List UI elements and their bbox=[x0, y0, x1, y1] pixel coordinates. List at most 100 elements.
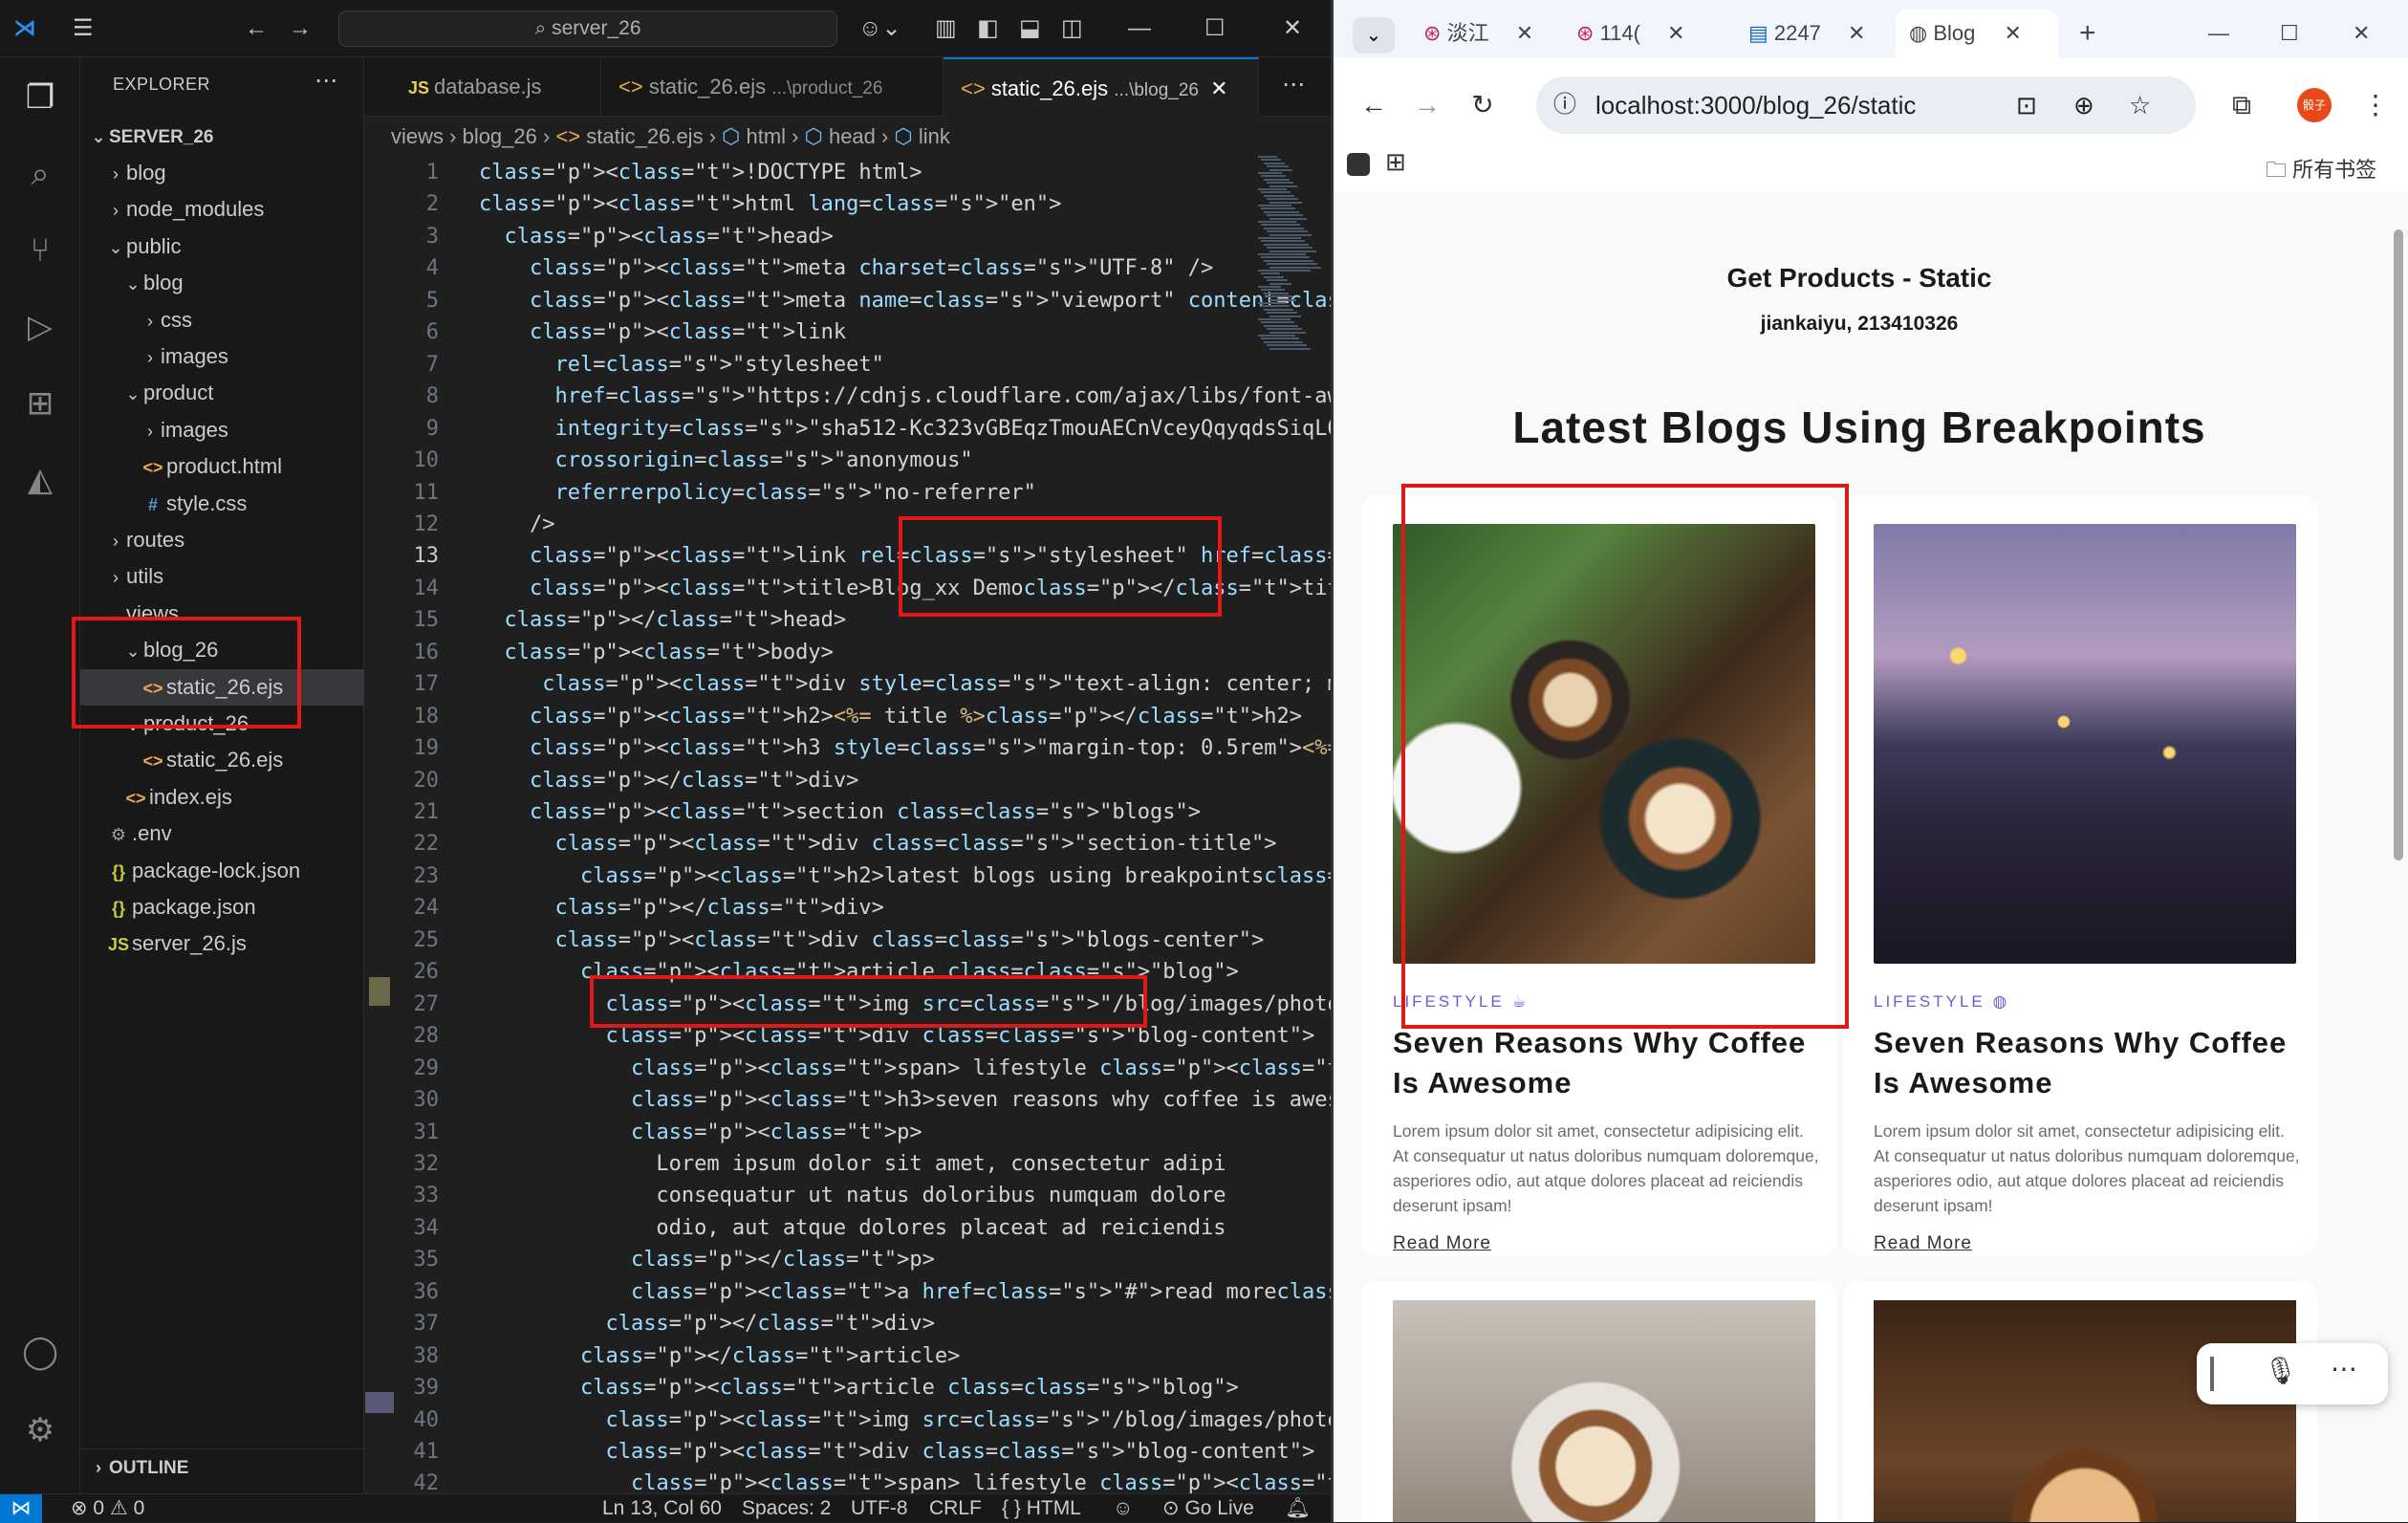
tab-static-product[interactable]: <> static_26.ejs ...\product_26 bbox=[601, 57, 944, 117]
browser-tab-1[interactable]: ⊛ 淡江 ✕ bbox=[1410, 10, 1553, 57]
tree-item[interactable]: <> static_26.ejs bbox=[80, 742, 364, 778]
profile-avatar[interactable]: 骰子 bbox=[2297, 88, 2332, 122]
drag-handle[interactable] bbox=[2210, 1357, 2214, 1391]
new-tab-icon[interactable]: + bbox=[2079, 10, 2096, 57]
close-icon[interactable]: ✕ bbox=[1283, 0, 1302, 57]
forward-icon[interactable]: → bbox=[1408, 76, 1446, 134]
all-bookmarks[interactable]: 🗀︎ 所有书签 bbox=[2266, 153, 2376, 190]
encoding-status[interactable]: UTF-8 bbox=[851, 1494, 908, 1523]
tab-database-js[interactable]: JS database.js bbox=[391, 57, 601, 117]
tree-item-label: product bbox=[143, 381, 214, 405]
editor-more-icon[interactable]: ⋯ bbox=[1282, 71, 1305, 98]
tree-item[interactable]: ⚙ .env bbox=[80, 816, 364, 852]
tree-item[interactable]: JS server_26.js bbox=[80, 925, 364, 962]
tree-item[interactable]: › images bbox=[80, 338, 364, 375]
code-editor[interactable]: 1 class="p"><class="t">!DOCTYPE html> 2 cla… bbox=[364, 156, 1332, 1494]
back-icon[interactable]: ← bbox=[1355, 76, 1393, 134]
extensions-icon[interactable]: ⊞ bbox=[17, 381, 63, 426]
tree-item[interactable]: › routes bbox=[80, 522, 364, 558]
toggle-secondary-icon[interactable]: ◫ bbox=[1061, 0, 1083, 57]
file-type-icon: <> bbox=[142, 751, 163, 772]
tree-item[interactable]: # style.css bbox=[80, 486, 364, 522]
problems-status[interactable]: ⊗ 0 ⚠ 0 bbox=[71, 1494, 144, 1523]
minimap-line bbox=[1261, 289, 1285, 292]
translate-icon[interactable]: ⊡ bbox=[2016, 76, 2037, 134]
more-icon[interactable]: ⋯ bbox=[2331, 1353, 2357, 1384]
back-arrow-icon[interactable]: ← bbox=[245, 0, 268, 57]
forward-arrow-icon[interactable]: → bbox=[289, 0, 312, 57]
crumb-html[interactable]: html bbox=[746, 124, 786, 148]
more-actions-icon[interactable]: ⋯ bbox=[315, 67, 337, 95]
outline-section[interactable]: › OUTLINE bbox=[80, 1448, 364, 1485]
crumb-views[interactable]: views bbox=[391, 124, 444, 148]
tree-item[interactable]: › utils bbox=[80, 558, 364, 595]
tree-item[interactable]: {} package-lock.json bbox=[80, 853, 364, 889]
toggle-panel-icon[interactable]: ⬓ bbox=[1019, 0, 1041, 57]
close-tab-icon[interactable]: ✕ bbox=[1210, 76, 1227, 100]
manage-gear-icon[interactable]: ⚙ bbox=[17, 1407, 63, 1453]
indentation-status[interactable]: Spaces: 2 bbox=[742, 1494, 831, 1523]
close-window-icon[interactable]: ✕ bbox=[2353, 10, 2370, 57]
code-line: class="p"></class="t">p> bbox=[630, 1248, 935, 1273]
source-control-icon[interactable]: ⑂ bbox=[17, 228, 63, 273]
minimize-icon[interactable]: — bbox=[2208, 10, 2229, 57]
maximize-icon[interactable]: ☐ bbox=[2280, 10, 2299, 57]
remote-indicator-icon[interactable]: ⋈ bbox=[0, 1494, 42, 1523]
cursor-position[interactable]: Ln 13, Col 60 bbox=[602, 1494, 722, 1523]
layout-icon[interactable]: ▥ bbox=[935, 0, 957, 57]
go-live-button[interactable]: ⊙ Go Live bbox=[1162, 1494, 1254, 1523]
tab-search-icon[interactable]: ⌄ bbox=[1353, 17, 1395, 54]
tab-static-blog[interactable]: <> static_26.ejs ...\blog_26 ✕ bbox=[944, 57, 1259, 117]
read-more-link[interactable]: Read More bbox=[1393, 1233, 1491, 1254]
notifications-icon[interactable]: 🔔︎ bbox=[1285, 1494, 1311, 1523]
menu-icon[interactable]: ☰ bbox=[73, 0, 94, 57]
line-number: 33 bbox=[413, 1184, 440, 1208]
page-scrollbar[interactable] bbox=[2390, 210, 2405, 1520]
command-center-search[interactable]: ⌕ server_26 bbox=[338, 11, 837, 47]
tree-item[interactable]: <> product.html bbox=[80, 448, 364, 485]
copilot-status-icon[interactable]: ☺ bbox=[1113, 1494, 1133, 1523]
tree-item[interactable]: › images bbox=[80, 412, 364, 448]
reload-icon[interactable]: ↻ bbox=[1464, 76, 1502, 134]
read-more-link[interactable]: Read More bbox=[1874, 1233, 1972, 1254]
tree-item[interactable]: {} package.json bbox=[80, 889, 364, 925]
tree-item-label: blog bbox=[126, 161, 166, 185]
extensions-icon[interactable]: ⧉ bbox=[2223, 76, 2261, 134]
toggle-sidebar-icon[interactable]: ◧ bbox=[977, 0, 999, 57]
minimize-icon[interactable]: — bbox=[1128, 0, 1151, 57]
remote-explorer-icon[interactable]: ◭ bbox=[17, 457, 63, 503]
browser-tab-blog[interactable]: ◍ Blog ✕ bbox=[1896, 10, 2058, 57]
tree-item[interactable]: <> index.ejs bbox=[80, 779, 364, 816]
bookmark-star-icon[interactable]: ☆ bbox=[2129, 76, 2151, 134]
search-icon[interactable]: ⌕ bbox=[17, 151, 63, 197]
language-mode[interactable]: { } HTML bbox=[1002, 1494, 1081, 1523]
crumb-file[interactable]: static_26.ejs bbox=[586, 124, 703, 148]
account-icon[interactable]: ◯ bbox=[17, 1329, 63, 1375]
crumb-blog26[interactable]: blog_26 bbox=[463, 124, 537, 148]
tree-item[interactable]: ⌄ public bbox=[80, 228, 364, 265]
tree-item[interactable]: ⌄ blog bbox=[80, 265, 364, 301]
eol-status[interactable]: CRLF bbox=[929, 1494, 982, 1523]
browser-tab-3[interactable]: ▤ 2247 ✕ bbox=[1735, 10, 1888, 57]
explorer-root[interactable]: ⌄ SERVER_26 bbox=[80, 119, 364, 155]
line-number: 30 bbox=[413, 1088, 440, 1113]
maximize-icon[interactable]: ☐ bbox=[1204, 0, 1226, 57]
explorer-icon[interactable]: ❐ bbox=[17, 75, 63, 120]
run-debug-icon[interactable]: ▷ bbox=[17, 304, 63, 350]
apps-grid-icon[interactable]: ⊞ bbox=[1385, 147, 1406, 177]
minimap[interactable] bbox=[1254, 156, 1321, 357]
tree-item[interactable]: › css bbox=[80, 302, 364, 338]
app-icon[interactable] bbox=[1347, 153, 1370, 176]
browser-tab-2[interactable]: ⊛ 114( ✕ bbox=[1563, 10, 1725, 57]
address-bar[interactable]: ⓘ localhost:3000/blog_26/static ⊡ ⊕ ☆ bbox=[1536, 76, 2196, 134]
microphone-icon[interactable]: 🎙︎ bbox=[2264, 1355, 2298, 1386]
minimap-line bbox=[1269, 331, 1306, 334]
tree-item[interactable]: ⌄ product bbox=[80, 375, 364, 411]
tree-item[interactable]: › blog bbox=[80, 155, 364, 191]
browser-menu-icon[interactable]: ⋮ bbox=[2356, 76, 2395, 134]
crumb-link[interactable]: link bbox=[919, 124, 950, 148]
copilot-icon[interactable]: ☺⌄ bbox=[858, 0, 901, 57]
tree-item[interactable]: › node_modules bbox=[80, 191, 364, 228]
crumb-head[interactable]: head bbox=[829, 124, 876, 148]
zoom-icon[interactable]: ⊕ bbox=[2073, 76, 2094, 134]
